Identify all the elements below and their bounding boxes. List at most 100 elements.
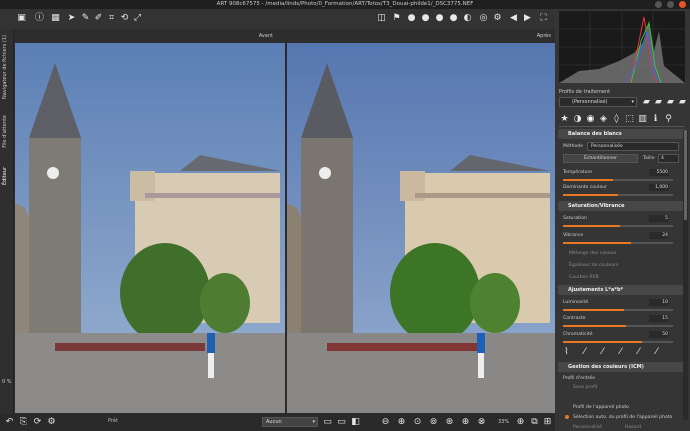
green-channel-icon[interactable]: ● (434, 13, 445, 24)
zoom-out-icon[interactable]: ⊖ (380, 417, 391, 428)
zoom-plus-icon[interactable]: ⊕ (515, 417, 526, 428)
preview-bg-icon[interactable]: ▭ (336, 417, 347, 428)
nav-prev-icon[interactable]: ◀ (508, 13, 519, 24)
right-panel-scrollbar[interactable] (683, 130, 688, 420)
saturation-slider[interactable] (563, 225, 673, 227)
flag-icon[interactable]: ⚑ (391, 13, 402, 24)
icm-header[interactable]: Gestion des couleurs (ICM) (558, 362, 684, 372)
undo-icon[interactable]: ↶ (4, 417, 15, 428)
copy-profile-icon[interactable]: ▰ (665, 97, 676, 108)
contrast-value[interactable]: 15 (649, 315, 669, 322)
scrollbar-thumb[interactable] (684, 130, 687, 220)
lightness-value[interactable]: 10 (649, 299, 669, 306)
color-tab-icon[interactable]: ◉ (585, 114, 596, 125)
eyedropper-icon[interactable]: ✎ (80, 13, 91, 24)
preview-mode-icon[interactable]: ▦ (50, 13, 61, 24)
focus-mask-icon[interactable]: ◎ (478, 13, 489, 24)
paste-profile-icon[interactable]: ▰ (677, 97, 688, 108)
transform-tab-icon[interactable]: ⬚ (624, 114, 635, 125)
after-preview[interactable] (287, 43, 555, 413)
fullscreen-icon[interactable]: ⛶ (538, 13, 549, 24)
vibrance-value[interactable]: 24 (649, 232, 669, 239)
curve-a-icon[interactable]: ⁄ (597, 347, 608, 358)
luminance-icon[interactable]: ◐ (462, 13, 473, 24)
temperature-value[interactable]: 5500 (649, 169, 669, 176)
color-equalizer-item[interactable]: Égaliseur de couleurs (569, 263, 618, 268)
filter-tab-icon[interactable]: ⚲ (663, 114, 674, 125)
preset-select[interactable]: Aucun ▾ (262, 417, 318, 427)
gear-icon[interactable]: ⚙ (492, 13, 503, 24)
nav-next-icon[interactable]: ▶ (522, 13, 533, 24)
maximize-icon[interactable] (667, 1, 674, 8)
tint-value[interactable]: 1,000 (649, 184, 669, 191)
dot-icon[interactable]: ● (406, 13, 417, 24)
tab-file-browser[interactable]: Navigateur de fichiers (1) (2, 35, 8, 99)
saturation-header[interactable]: Saturation/Vibrance (558, 201, 684, 211)
crop-tool-icon[interactable]: ⌗ (106, 13, 117, 24)
zoom-level: 33% (498, 419, 510, 425)
chroma-value[interactable]: 50 (649, 331, 669, 338)
detail-tab-icon[interactable]: ◈ (598, 114, 609, 125)
settings-icon[interactable]: ⚙ (46, 417, 57, 428)
wb-method-select[interactable]: Personnalisée (587, 142, 679, 151)
folder-icon[interactable]: ▰ (641, 97, 652, 108)
lightness-slider[interactable] (563, 309, 673, 311)
zoom-sel-icon[interactable]: ⊕ (460, 417, 471, 428)
expand-icon[interactable]: ⤢ (132, 13, 143, 24)
history-icon[interactable]: ⟳ (32, 417, 43, 428)
chroma-slider[interactable] (563, 341, 673, 343)
profile-select[interactable]: (Personnalisé) ▾ (559, 97, 637, 107)
pointer-icon[interactable]: ➤ (66, 13, 77, 24)
icm-opt-custom[interactable]: Personnalisé (573, 425, 602, 430)
curve-l-icon[interactable]: ⁄ (579, 347, 590, 358)
metadata-tab-icon[interactable]: ℹ (650, 114, 661, 125)
favorites-icon[interactable]: ★ (559, 114, 570, 125)
split-view-icon[interactable]: ◫ (376, 13, 387, 24)
vibrance-slider[interactable] (563, 242, 673, 244)
zoom-in-icon[interactable]: ⊕ (396, 417, 407, 428)
blue-channel-icon[interactable]: ● (448, 13, 459, 24)
zoom-crop-icon[interactable]: ⊗ (476, 417, 487, 428)
save-icon[interactable]: ▰ (653, 97, 664, 108)
temperature-slider[interactable] (563, 179, 673, 181)
minimize-icon[interactable] (655, 1, 662, 8)
radio-selected-icon[interactable] (565, 415, 569, 419)
clip-icon[interactable]: ◧ (350, 417, 361, 428)
info-icon[interactable]: ⓘ (34, 13, 45, 24)
white-balance-header[interactable]: Balance des blancs (558, 129, 684, 139)
navigator-icon[interactable]: ▭ (322, 417, 333, 428)
channel-mixer-item[interactable]: Mélange des canaux (569, 251, 616, 256)
tab-queue[interactable]: File d'attente (2, 115, 8, 148)
contrast-slider[interactable] (563, 325, 673, 327)
curve-c-icon[interactable]: ⁄ (633, 347, 644, 358)
curve-b-icon[interactable]: ⁄ (615, 347, 626, 358)
curve-h-icon[interactable]: ⁄ (651, 347, 662, 358)
zoom-fit-icon[interactable]: ⊙ (412, 417, 423, 428)
close-icon[interactable] (679, 1, 686, 8)
red-channel-icon[interactable]: ● (420, 13, 431, 24)
tab-editor[interactable]: Éditeur (2, 167, 8, 185)
wb-sample-button[interactable]: Échantillonner (563, 154, 638, 163)
icm-opt-none[interactable]: Sans profil (573, 385, 597, 390)
exposure-tab-icon[interactable]: ◑ (572, 114, 583, 125)
status-label: Prêt (108, 418, 118, 424)
zoom-fill-icon[interactable]: ⊛ (444, 417, 455, 428)
camera-icon[interactable]: ▣ (16, 13, 27, 24)
icm-opt-auto[interactable]: Sélection auto. du profil de l'appareil … (573, 415, 672, 420)
new-window-icon[interactable]: ⧉ (529, 417, 540, 428)
copy-icon[interactable]: ⎘ (18, 417, 29, 428)
rotate-icon[interactable]: ⟲ (119, 13, 130, 24)
curve-type-icon[interactable]: ⌇ (561, 347, 572, 358)
compare-icon[interactable]: ⊞ (542, 417, 553, 428)
local-tab-icon[interactable]: ◊ (611, 114, 622, 125)
brush-icon[interactable]: ✐ (93, 13, 104, 24)
lab-header[interactable]: Ajustements L*a*b* (558, 285, 684, 295)
saturation-value[interactable]: 5 (649, 215, 669, 222)
zoom-100-icon[interactable]: ⊚ (428, 417, 439, 428)
before-preview[interactable] (15, 43, 285, 413)
tint-slider[interactable] (563, 194, 673, 196)
raw-tab-icon[interactable]: ▥ (637, 114, 648, 125)
rgb-curves-item[interactable]: Courbes RVB (569, 275, 599, 280)
wb-size-select[interactable]: 4 (658, 154, 679, 163)
icm-opt-camera[interactable]: Profil de l'appareil photo (573, 405, 629, 410)
